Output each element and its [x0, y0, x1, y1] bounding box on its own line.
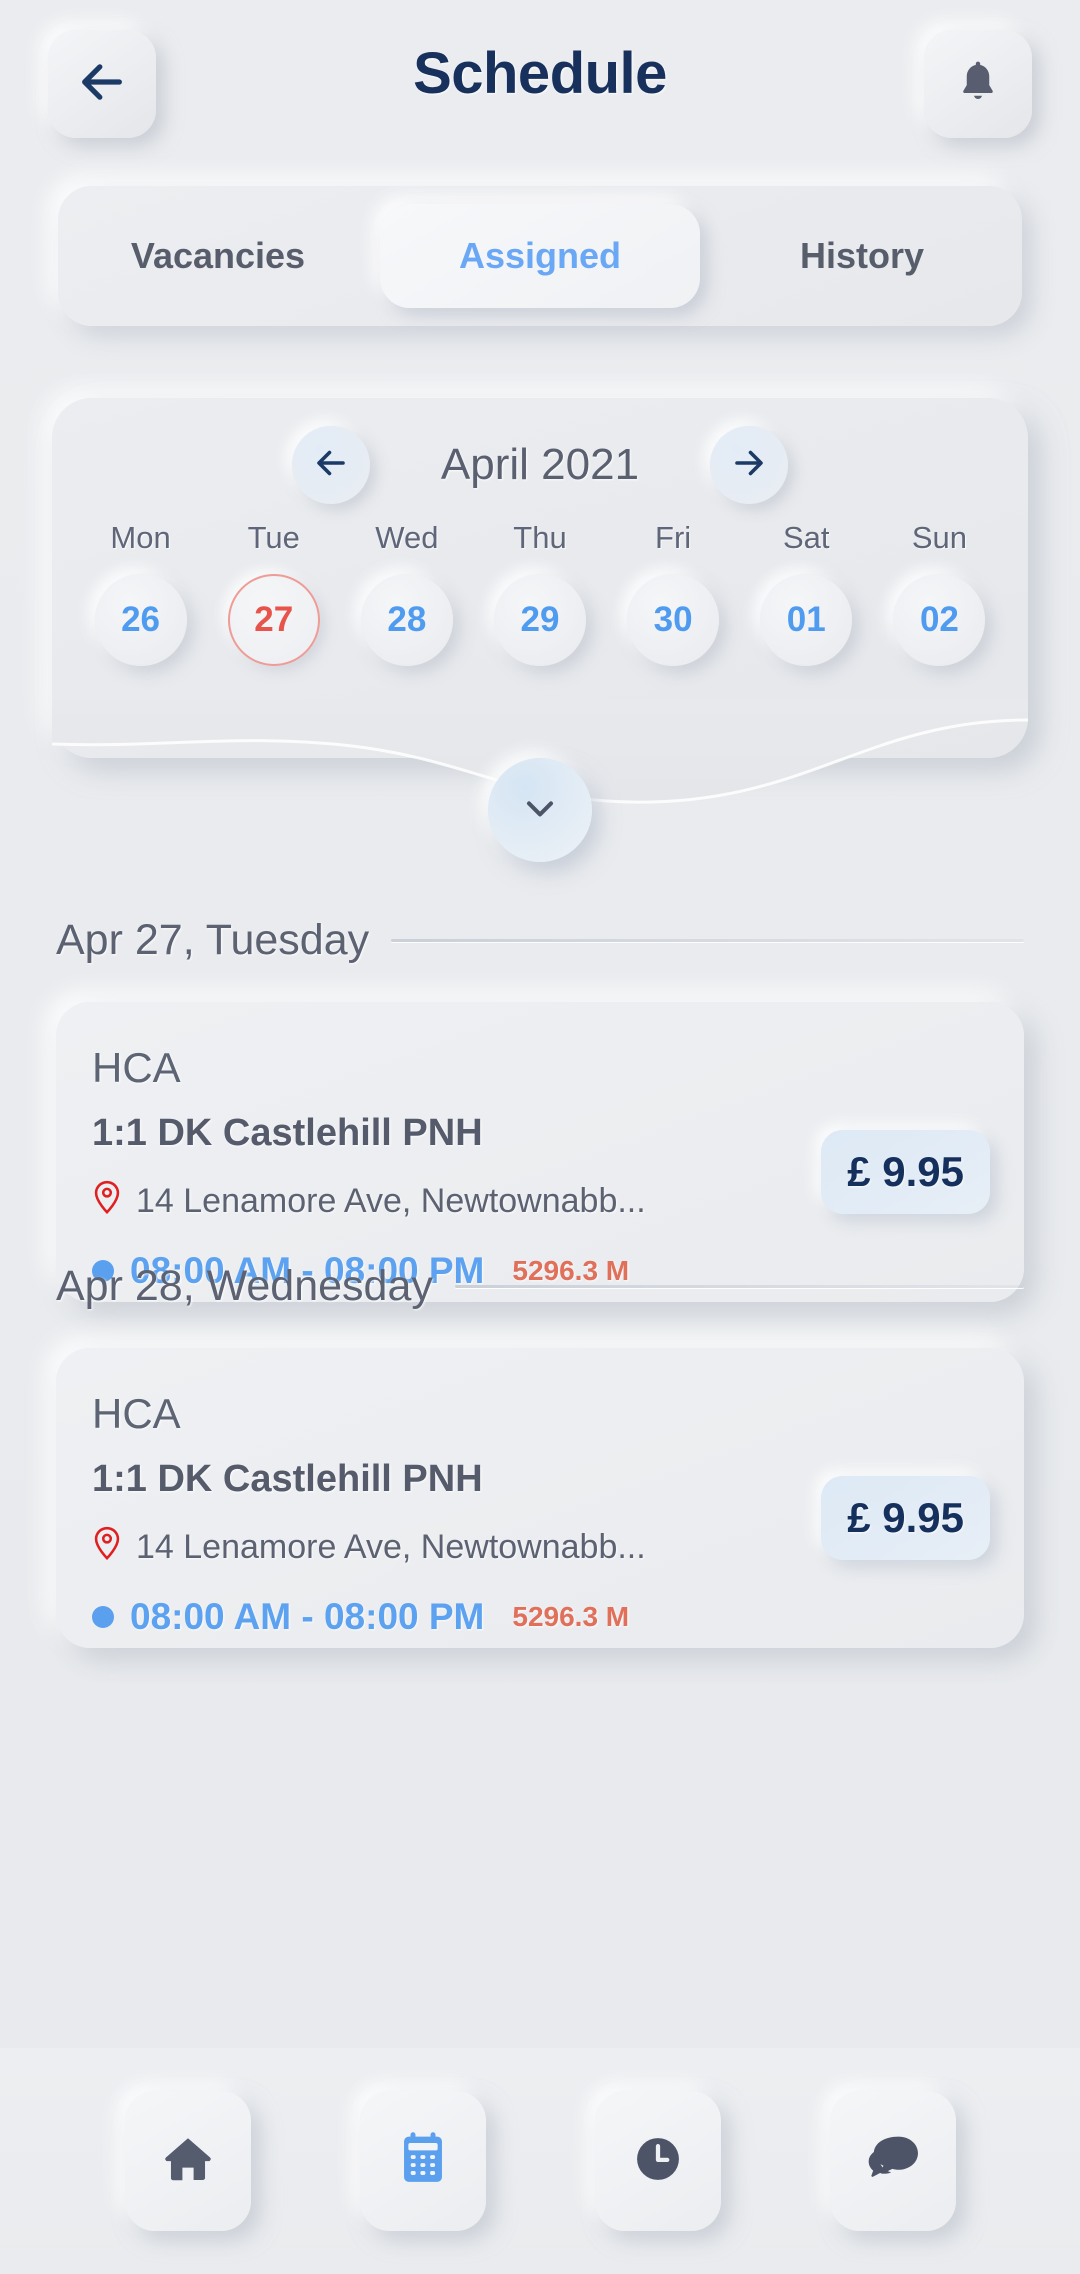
job-address-text: 14 Lenamore Ave, Newtownabb...: [136, 1528, 646, 1566]
day-section-header: Apr 27, Tuesday: [56, 916, 1024, 965]
divider-line: [454, 1285, 1024, 1288]
day-section-label: Apr 27, Tuesday: [56, 916, 370, 964]
calendar-next-button[interactable]: [710, 426, 788, 504]
tab-vacancies[interactable]: Vacancies: [58, 186, 378, 326]
chevron-down-icon: [518, 786, 562, 835]
tab-history[interactable]: History: [702, 186, 1022, 326]
job-title: 1:1 DK Castlehill PNH: [92, 1112, 483, 1154]
job-role: HCA: [92, 1390, 181, 1437]
home-icon: [160, 2131, 216, 2192]
day-section-label: Apr 28, Wednesday: [56, 1262, 433, 1310]
nav-chat-button[interactable]: [829, 2091, 956, 2231]
day-of-week-label: Mon: [110, 520, 171, 555]
job-time: 08:00 AM - 08:00 PM: [130, 1596, 485, 1637]
day-of-week-label: Tue: [247, 520, 300, 555]
day-of-week-label: Sat: [783, 520, 830, 555]
job-role: HCA: [92, 1044, 181, 1091]
day-number[interactable]: 01: [760, 574, 853, 666]
day-of-week-label: Sun: [911, 520, 967, 555]
page-title: Schedule: [413, 41, 667, 106]
status-dot-icon: [92, 1606, 114, 1628]
job-time-row: 08:00 AM - 08:00 PM 5296.3 M: [92, 1596, 629, 1638]
nav-home-button[interactable]: [124, 2091, 251, 2231]
day-number[interactable]: 28: [360, 574, 453, 666]
job-card[interactable]: HCA 1:1 DK Castlehill PNH 14 Lenamore Av…: [56, 1348, 1024, 1648]
calendar-day-tue[interactable]: Tue 27: [207, 520, 340, 666]
calendar-day-sat[interactable]: Sat 01: [740, 520, 873, 666]
calendar-day-wed[interactable]: Wed 28: [340, 520, 473, 666]
calendar-header: April 2021: [52, 426, 1028, 504]
tab-assigned[interactable]: Assigned: [380, 204, 700, 308]
day-number-selected[interactable]: 27: [227, 574, 320, 666]
job-distance: 5296.3 M: [512, 1601, 630, 1632]
app-header: Schedule: [0, 0, 1080, 160]
bell-icon: [953, 57, 1003, 112]
calendar-card: April 2021 Mon 26 Tue 27 Wed 28 Thu 29 F…: [52, 398, 1028, 758]
map-pin-icon: [92, 1180, 122, 1223]
calendar-day-mon[interactable]: Mon 26: [74, 520, 207, 666]
nav-calendar-button[interactable]: [359, 2091, 486, 2231]
clock-icon: [631, 2132, 685, 2191]
job-card[interactable]: HCA 1:1 DK Castlehill PNH 14 Lenamore Av…: [56, 1002, 1024, 1302]
notifications-button[interactable]: [924, 30, 1032, 138]
day-of-week-label: Thu: [513, 520, 567, 555]
calendar-day-sun[interactable]: Sun 02: [873, 520, 1006, 666]
bottom-navigation: [0, 2048, 1080, 2274]
schedule-tabs: Vacancies Assigned History: [58, 186, 1022, 326]
arrow-right-icon: [731, 445, 767, 486]
job-address: 14 Lenamore Ave, Newtownabb...: [92, 1180, 646, 1223]
arrow-left-icon: [313, 445, 349, 486]
job-title: 1:1 DK Castlehill PNH: [92, 1458, 483, 1500]
schedule-screen: Schedule Vacancies Assigned History Apri…: [0, 0, 1080, 2274]
job-address-text: 14 Lenamore Ave, Newtownabb...: [136, 1182, 646, 1220]
job-price-badge: £ 9.95: [821, 1476, 990, 1560]
day-number[interactable]: 02: [893, 574, 986, 666]
job-price-badge: £ 9.95: [821, 1130, 990, 1214]
job-address: 14 Lenamore Ave, Newtownabb...: [92, 1526, 646, 1569]
nav-history-button[interactable]: [594, 2091, 721, 2231]
calendar-prev-button[interactable]: [292, 426, 370, 504]
day-of-week-label: Fri: [655, 520, 692, 555]
map-pin-icon: [92, 1526, 122, 1569]
chat-icon: [865, 2132, 921, 2191]
calendar-month-label: April 2021: [440, 440, 640, 489]
day-number[interactable]: 26: [94, 574, 187, 666]
expand-calendar-button[interactable]: [488, 758, 592, 862]
calendar-day-fri[interactable]: Fri 30: [607, 520, 740, 666]
day-number[interactable]: 29: [493, 574, 586, 666]
calendar-day-thu[interactable]: Thu 29: [473, 520, 606, 666]
day-of-week-label: Wed: [375, 520, 439, 555]
day-number[interactable]: 30: [627, 574, 720, 666]
divider-line: [391, 939, 1024, 942]
calendar-week-grid: Mon 26 Tue 27 Wed 28 Thu 29 Fri 30 Sat 0…: [74, 520, 1006, 666]
calendar-icon: [397, 2131, 449, 2192]
day-section-header: Apr 28, Wednesday: [56, 1262, 1024, 1311]
